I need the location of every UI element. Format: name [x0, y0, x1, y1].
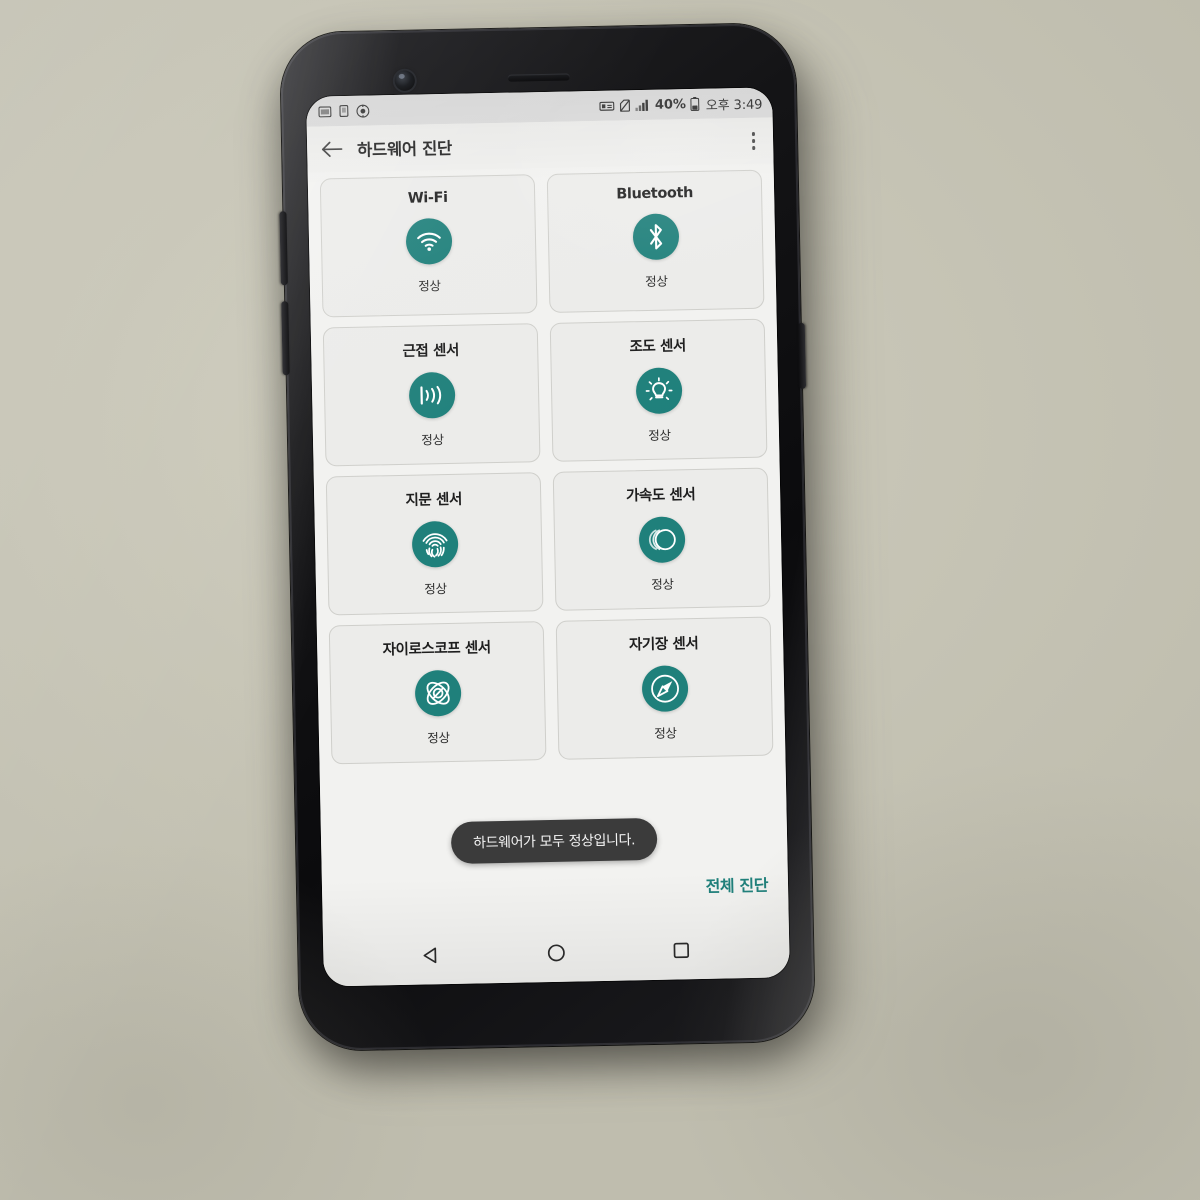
overflow-menu-icon[interactable] — [747, 128, 759, 154]
card-status: 정상 — [424, 581, 447, 597]
gyroscope-icon — [414, 669, 462, 717]
battery-percent-label: 40% — [654, 96, 686, 113]
card-magnetometer[interactable]: 자기장 센서 정상 — [555, 616, 774, 760]
card-title: 지문 센서 — [405, 491, 463, 509]
card-status: 정상 — [645, 273, 668, 289]
android-nav-bar — [322, 919, 790, 987]
card-title: 자기장 센서 — [628, 635, 699, 654]
card-fingerprint-sensor[interactable]: 지문 센서 정상 — [325, 472, 544, 616]
card-status: 정상 — [648, 427, 671, 443]
card-accelerometer[interactable]: 가속도 센서 정상 — [552, 467, 771, 611]
photo-scene: 40% 오후 3:49 하드웨어 진단 Wi-Fi 정상 Bluetooth 정… — [0, 0, 1200, 1200]
card-wifi[interactable]: Wi-Fi 정상 — [319, 174, 538, 318]
sim-card-icon — [339, 104, 349, 118]
screenshot-icon — [598, 100, 615, 111]
card-title: 근접 센서 — [402, 342, 460, 360]
no-sim-icon — [619, 99, 630, 112]
battery-icon — [690, 96, 700, 112]
card-gyroscope[interactable]: 자이로스코프 센서 정상 — [328, 621, 547, 765]
fingerprint-icon — [411, 520, 459, 568]
action-row: 전체 진단 — [701, 866, 772, 903]
card-title: 자이로스코프 센서 — [382, 640, 491, 659]
proximity-sensor-icon — [408, 371, 456, 419]
eye-care-icon — [356, 104, 370, 118]
card-title: 가속도 센서 — [625, 487, 696, 505]
card-status: 정상 — [427, 730, 450, 746]
back-nav-icon[interactable] — [409, 933, 454, 978]
full-diagnosis-button[interactable]: 전체 진단 — [701, 866, 772, 903]
volume-down-button[interactable] — [281, 301, 290, 376]
front-camera-lens — [394, 70, 416, 91]
light-sensor-icon — [635, 367, 683, 415]
card-status: 정상 — [421, 432, 444, 448]
wifi-icon — [405, 217, 452, 265]
earpiece-speaker — [507, 73, 570, 82]
card-title: Wi-Fi — [407, 189, 448, 207]
signal-bars-icon — [635, 99, 650, 112]
card-status: 정상 — [654, 725, 677, 741]
bluetooth-icon — [632, 213, 679, 261]
card-title: Bluetooth — [616, 185, 694, 203]
card-light-sensor[interactable]: 조도 센서 정상 — [549, 318, 768, 462]
sd-card-icon — [318, 105, 332, 117]
page-title: 하드웨어 진단 — [357, 138, 453, 160]
home-nav-icon[interactable] — [534, 930, 579, 975]
volume-up-button[interactable] — [279, 211, 288, 286]
card-proximity-sensor[interactable]: 근접 센서 정상 — [322, 323, 541, 467]
card-status: 정상 — [418, 278, 441, 294]
card-title: 조도 센서 — [629, 338, 687, 356]
status-bar-clock: 오후 3:49 — [705, 97, 763, 114]
toast-message: 하드웨어가 모두 정상입니다. — [450, 817, 658, 864]
diagnostics-grid: Wi-Fi 정상 Bluetooth 정상 근접 센서 정상 조도 센서 정상 … — [319, 169, 774, 765]
phone-device: 40% 오후 3:49 하드웨어 진단 Wi-Fi 정상 Bluetooth 정… — [279, 22, 816, 1052]
card-bluetooth[interactable]: Bluetooth 정상 — [546, 169, 765, 313]
accelerometer-icon — [638, 516, 686, 564]
diagnostics-content: Wi-Fi 정상 Bluetooth 정상 근접 센서 정상 조도 센서 정상 … — [307, 163, 789, 929]
back-arrow-icon[interactable] — [321, 140, 343, 158]
phone-screen: 40% 오후 3:49 하드웨어 진단 Wi-Fi 정상 Bluetooth 정… — [306, 87, 790, 987]
magnetometer-icon — [641, 665, 689, 713]
card-status: 정상 — [651, 576, 674, 592]
power-button[interactable] — [797, 322, 807, 389]
recents-nav-icon[interactable] — [659, 928, 704, 973]
